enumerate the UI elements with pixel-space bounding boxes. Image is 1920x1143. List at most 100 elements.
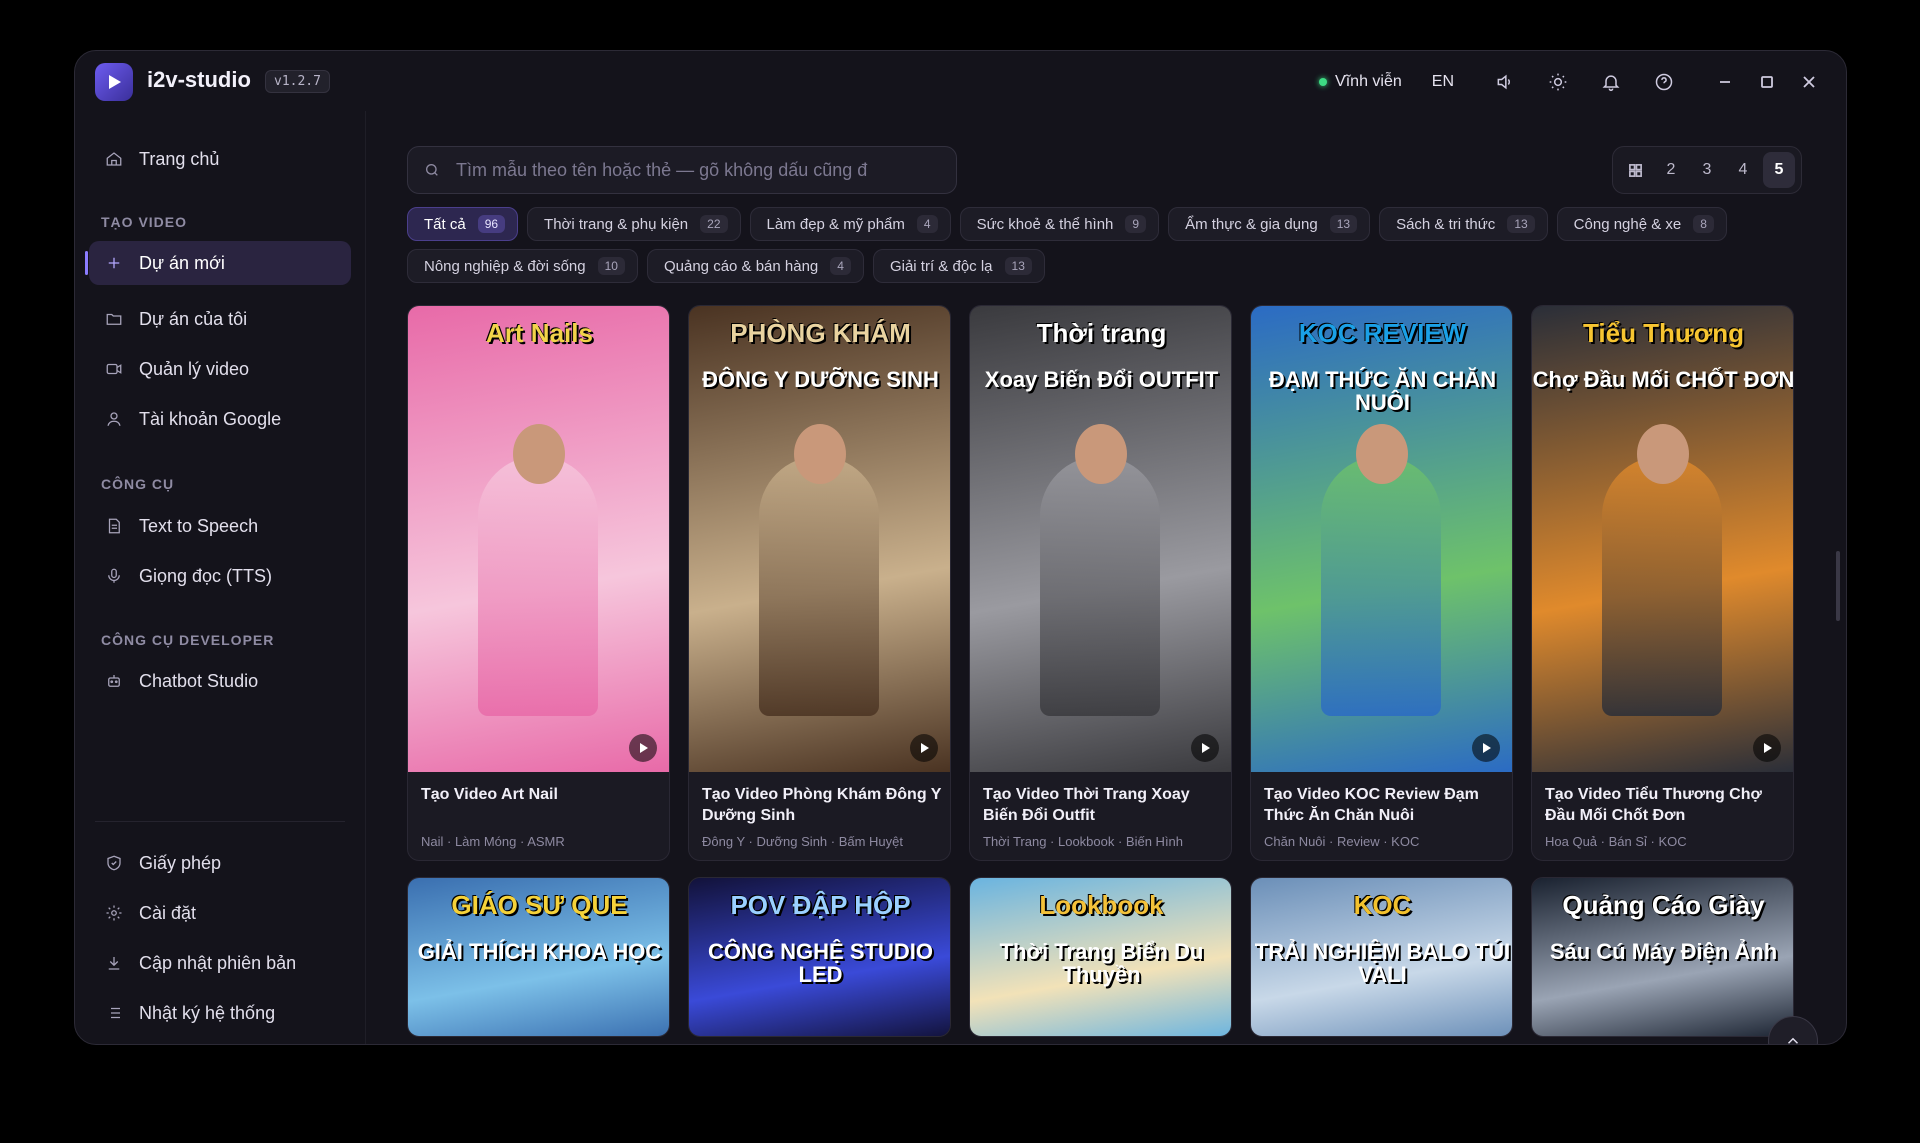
category-chip[interactable]: Sức khoẻ & thể hình 9 [959,207,1160,241]
download-icon [108,957,120,970]
sidebar-item-system-log[interactable]: Nhật ký hệ thống [89,991,351,1035]
template-tags: Hoa Quả · Bán Sỉ · KOC [1545,834,1687,849]
category-chip[interactable]: Ẩm thực & gia dụng 13 [1168,207,1371,241]
close-icon[interactable] [1792,65,1826,99]
thumbnail-headline: Tiểu Thương [1582,318,1745,348]
template-thumbnail: POV ĐẬP HỘP CÔNG NGHỆ STUDIO LED [689,878,950,1036]
category-label: Giải trí & độc lạ [889,257,993,275]
thumbnail-headline: Lookbook [1039,890,1164,920]
maximize-icon[interactable] [1750,65,1784,99]
play-icon[interactable] [629,734,657,762]
category-count-badge: 10 [597,257,625,275]
sidebar-item-update[interactable]: Cập nhật phiên bản [89,941,351,985]
sidebar-item-chatbot-studio[interactable]: Chatbot Studio [89,659,351,703]
thumbnail-headline: PHÒNG KHÁM [730,318,911,348]
help-icon[interactable] [1647,65,1681,99]
thumbnail-face [1075,424,1127,484]
sidebar-item-voice[interactable]: Giọng đọc (TTS) [89,554,351,598]
template-card[interactable]: Art Nails Tạo Video Art Nail Nail · Làm Mó… [407,305,670,861]
template-card[interactable]: GIÁO SƯ QUE GIẢI THÍCH KHOA HỌC [407,877,670,1037]
category-label: Tất cả [424,215,466,233]
thumbnail-face [1637,424,1689,484]
section-create-video: TẠO VIDEO [101,214,188,230]
sidebar-item-home[interactable]: Trang chủ [89,137,351,181]
template-card[interactable]: Tiểu Thương Chợ Đầu Mối CHỐT ĐƠN Tạo Video… [1531,305,1794,861]
bot-icon [108,675,120,687]
play-icon[interactable] [1191,734,1219,762]
category-count-badge: 4 [830,257,851,275]
search-icon [426,164,438,176]
language-toggle[interactable]: EN [1432,73,1454,91]
sidebar-item-my-projects[interactable]: Dự án của tôi [89,297,351,341]
template-thumbnail: Tiểu Thương Chợ Đầu Mối CHỐT ĐƠN [1532,306,1793,772]
category-chip[interactable]: Làm đẹp & mỹ phẩm 4 [749,207,951,241]
thumbnail-headline: GIÁO SƯ QUE [451,890,628,920]
play-icon[interactable] [1753,734,1781,762]
thumbnail-subheadline: CÔNG NGHỆ STUDIO LED [708,939,933,988]
bell-icon[interactable] [1594,65,1628,99]
minimize-icon[interactable] [1708,65,1742,99]
sidebar-item-new-project[interactable]: Dự án mới [85,241,351,285]
template-card[interactable]: Lookbook Thời Trang Biển Du Thuyền [969,877,1232,1037]
template-thumbnail: Lookbook Thời Trang Biển Du Thuyền [970,878,1231,1036]
volume-icon[interactable] [1488,65,1522,99]
section-developer-tools: CÔNG CỤ DEVELOPER [101,632,275,648]
shield-icon [107,855,121,871]
category-count-badge: 8 [1693,215,1714,233]
category-chip[interactable]: Công nghệ & xe 8 [1556,207,1727,241]
play-icon[interactable] [1472,734,1500,762]
grid-columns-option[interactable]: 2 [1655,152,1687,188]
status-dot-icon [1319,78,1328,86]
template-card[interactable]: Thời trang Xoay Biến Đổi OUTFIT Tạo Video … [969,305,1232,861]
category-chip[interactable]: Tất cả 96 [407,207,519,241]
thumbnail-subheadline: Thời Trang Biển Du Thuyền [999,939,1204,988]
sidebar-item-text-to-speech[interactable]: Text to Speech [89,504,351,548]
grid-columns-option[interactable]: 4 [1727,152,1759,188]
category-chip[interactable]: Sách & tri thức 13 [1379,207,1548,241]
play-icon[interactable] [910,734,938,762]
search-input[interactable] [456,159,936,181]
category-filter: Tất cả 96 Thời trang & phụ kiện 22 Làm đẹp &… [407,207,1827,283]
category-chip[interactable]: Quảng cáo & bán hàng 4 [646,249,864,283]
template-card[interactable]: KOC REVIEW ĐẠM THỨC ĂN CHĂN NUÔI Tạo Video… [1250,305,1513,861]
theme-sun-icon[interactable] [1541,65,1575,99]
microphone-icon [108,568,120,583]
search-box[interactable] [407,146,957,194]
template-card[interactable]: Quảng Cáo Giày Sáu Cú Máy Điện Ảnh [1531,877,1794,1037]
template-thumbnail: Thời trang Xoay Biến Đổi OUTFIT [970,306,1231,772]
sidebar-item-label: Chatbot Studio [139,670,259,691]
template-title: Tạo Video Phòng Khám Đông Y Dưỡng Sinh [702,786,942,824]
sidebar-item-label: Cập nhật phiên bản [139,952,297,973]
sidebar-item-license[interactable]: Giấy phép [89,841,351,885]
title-bar: i2v-studio v1.2.7 Vĩnh viễn EN [75,51,1846,111]
template-title: Tạo Video KOC Review Đạm Thức Ăn Chăn Nu… [1264,786,1479,824]
sidebar-item-google-account[interactable]: Tài khoản Google [89,397,351,441]
app-logo-icon [95,63,133,101]
grid-columns-option-selected[interactable]: 5 [1763,152,1795,188]
category-chip[interactable]: Thời trang & phụ kiện 22 [527,207,741,241]
template-tags: Đông Y · Dưỡng Sinh · Bấm Huyệt [702,834,904,849]
template-card[interactable]: PHÒNG KHÁM ĐÔNG Y DƯỠNG SINH Tạo Video Phò… [688,305,951,861]
sidebar-item-settings[interactable]: Cài đặt [89,891,351,935]
category-count-badge: 13 [1329,215,1358,233]
category-label: Quảng cáo & bán hàng [663,257,819,275]
category-chip[interactable]: Nông nghiệp & đời sống 10 [407,249,638,283]
template-tags: Thời Trang · Lookbook · Biến Hình [983,834,1184,849]
home-icon [106,152,122,166]
category-count-badge: 4 [916,215,938,233]
template-card[interactable]: KOC TRẢI NGHIỆM BALO TÚI VALI [1250,877,1513,1037]
template-card[interactable]: POV ĐẬP HỘP CÔNG NGHỆ STUDIO LED [688,877,951,1037]
sidebar-divider [95,821,345,822]
thumbnail-figure [1040,456,1160,716]
sidebar-item-manage-video[interactable]: Quản lý video [89,347,351,391]
thumbnail-figure [1321,456,1441,716]
thumbnail-headline: Quảng Cáo Giày [1562,890,1765,920]
license-label: Vĩnh viễn [1335,73,1402,90]
category-count-badge: 96 [477,215,506,233]
thumbnail-subheadline: Xoay Biến Đổi OUTFIT [984,367,1219,392]
grid-columns-option[interactable]: 3 [1691,152,1723,188]
license-status[interactable]: Vĩnh viễn [1319,73,1402,91]
scrollbar[interactable] [1836,551,1840,621]
category-chip[interactable]: Giải trí & độc lạ 13 [872,249,1045,283]
app-name: i2v-studio [147,67,251,92]
